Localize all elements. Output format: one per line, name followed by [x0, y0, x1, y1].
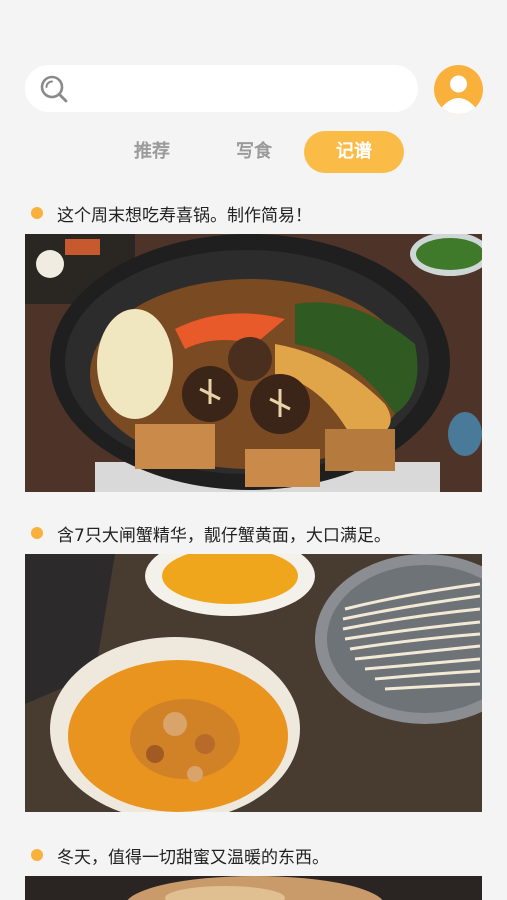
search-input[interactable] [25, 65, 418, 112]
bullet-dot [31, 207, 43, 219]
post-title: 含7只大闸蟹精华，靓仔蟹黄面，大口满足。 [57, 525, 391, 546]
crab-noodles-photo [25, 554, 482, 812]
tab-recipes[interactable]: 记谱 [304, 131, 404, 173]
sukiyaki-photo [25, 234, 482, 492]
post-image-winter-sweets[interactable] [25, 876, 482, 900]
post-image-crab-noodles[interactable] [25, 554, 482, 812]
post-title: 冬天，值得一切甜蜜又温暖的东西。 [57, 847, 329, 868]
post-title: 这个周末想吃寿喜锅。制作简易！ [57, 205, 312, 226]
winter-sweets-photo [25, 876, 482, 900]
post-card[interactable]: 这个周末想吃寿喜锅。制作简易！ [25, 198, 482, 492]
bullet-dot [31, 849, 43, 861]
post-card[interactable]: 含7只大闸蟹精华，靓仔蟹黄面，大口满足。 [25, 518, 482, 812]
bullet-dot [31, 527, 43, 539]
user-icon [442, 75, 475, 114]
post-card[interactable]: 冬天，值得一切甜蜜又温暖的东西。 [25, 840, 482, 900]
tab-recommend[interactable]: 推荐 [120, 131, 184, 173]
avatar-button[interactable] [434, 65, 483, 114]
tab-bar: 推荐 写食 记谱 [0, 131, 507, 173]
post-image-sukiyaki[interactable] [25, 234, 482, 492]
search-icon [40, 75, 68, 103]
tab-write-food[interactable]: 写食 [222, 131, 286, 173]
